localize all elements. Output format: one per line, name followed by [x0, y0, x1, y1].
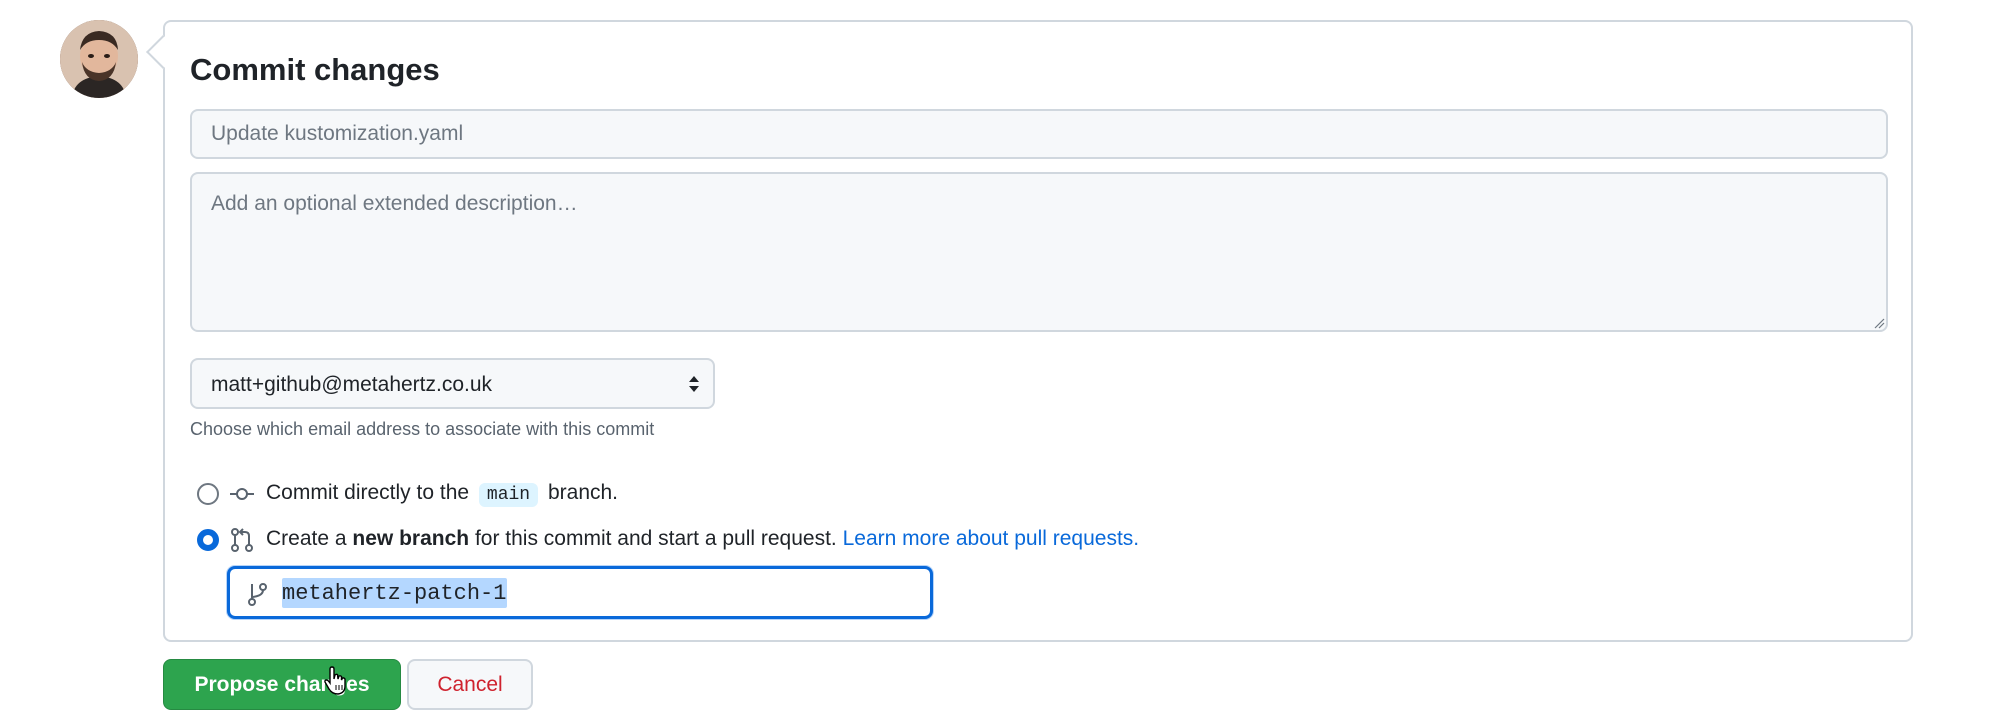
email-selected-value: matt+github@metahertz.co.uk — [211, 373, 493, 396]
commit-direct-suffix: branch. — [547, 481, 619, 504]
page-title: Commit changes — [190, 52, 440, 87]
radio-new-branch[interactable] — [197, 529, 219, 551]
select-arrows-icon — [689, 376, 699, 392]
commit-description-textarea[interactable] — [190, 172, 1888, 332]
commit-direct-prefix: Commit directly to the — [266, 481, 470, 504]
propose-changes-button[interactable]: Propose changes — [163, 659, 401, 710]
branch-chip-main: main — [478, 483, 539, 507]
hand-cursor-icon — [324, 666, 346, 695]
radio-commit-direct[interactable] — [197, 483, 219, 505]
learn-more-link[interactable]: Learn more about pull requests. — [843, 527, 1140, 550]
branch-name-field[interactable] — [227, 566, 933, 619]
git-commit-icon — [230, 488, 254, 500]
email-help-text: Choose which email address to associate … — [190, 419, 655, 439]
cancel-button[interactable]: Cancel — [407, 659, 533, 710]
resize-grip-icon[interactable] — [1873, 317, 1885, 329]
new-branch-prefix: Create a — [266, 527, 347, 550]
new-branch-label: Create a new branch for this commit and … — [266, 527, 1139, 551]
commit-direct-label: Commit directly to the main branch. — [266, 481, 618, 507]
email-select[interactable]: matt+github@metahertz.co.uk — [190, 358, 715, 409]
avatar — [60, 20, 138, 98]
git-pull-request-icon — [231, 528, 253, 552]
branch-name-input[interactable] — [282, 577, 902, 609]
new-branch-middle: for this commit and start a pull request… — [474, 527, 837, 550]
commit-summary-input[interactable] — [190, 109, 1888, 159]
new-branch-bold: new branch — [352, 527, 470, 550]
git-branch-icon — [248, 583, 267, 606]
